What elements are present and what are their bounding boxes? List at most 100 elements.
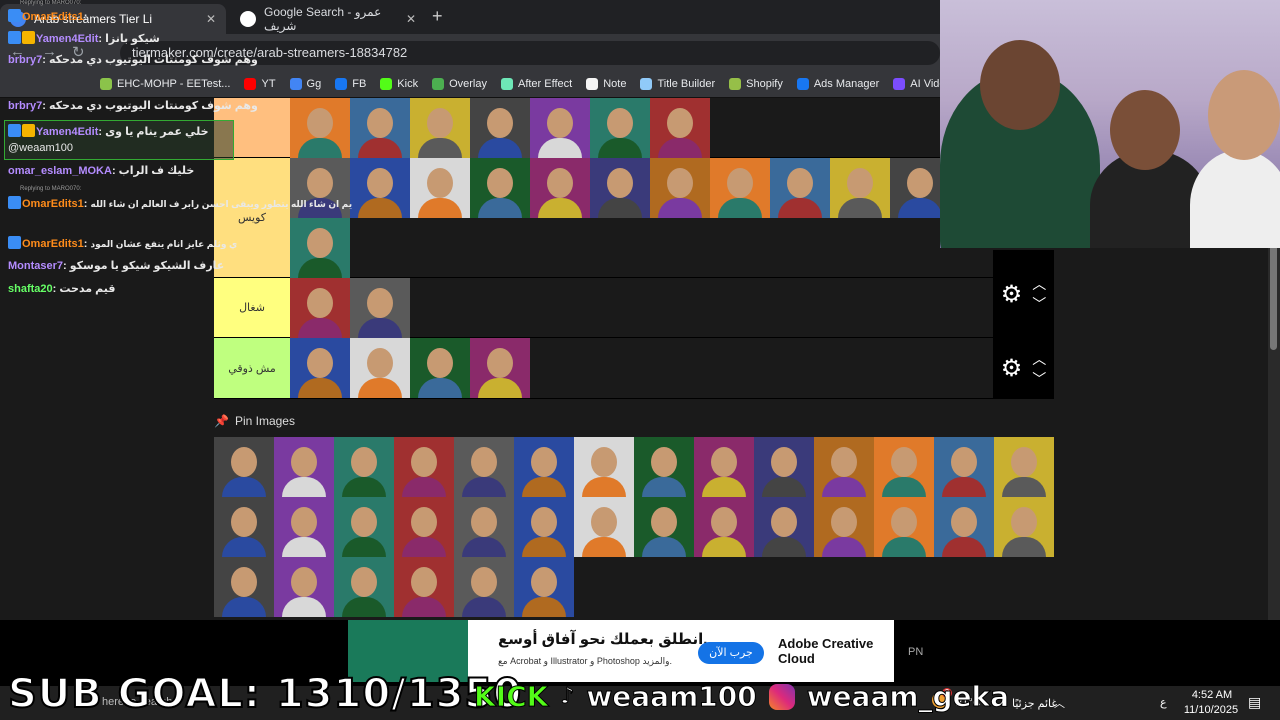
streamer-thumbnail[interactable] [754, 497, 814, 557]
notifications-icon[interactable]: ▤ [1248, 694, 1261, 711]
bookmark-1[interactable]: YT [244, 77, 276, 90]
clock-date[interactable]: 11/10/2025 [1180, 704, 1242, 716]
shoulders [298, 258, 342, 278]
streamer-thumbnail[interactable] [274, 497, 334, 557]
streamer-thumbnail[interactable] [454, 497, 514, 557]
streamer-thumbnail[interactable] [874, 497, 934, 557]
face [231, 447, 257, 477]
pn-label: PN [908, 646, 924, 658]
streamer-thumbnail[interactable] [350, 98, 410, 158]
streamer-thumbnail[interactable] [694, 497, 754, 557]
streamer-thumbnail[interactable] [274, 557, 334, 617]
streamer-thumbnail[interactable] [394, 437, 454, 497]
streamer-thumbnail[interactable] [214, 437, 274, 497]
bookmark-2[interactable]: Gg [289, 77, 321, 90]
streamer-thumbnail[interactable] [874, 437, 934, 497]
gear-icon[interactable]: ⚙ [1001, 354, 1023, 383]
bookmark-3[interactable]: FB [335, 77, 366, 90]
face [531, 507, 557, 537]
streamer-thumbnail[interactable] [410, 98, 470, 158]
face [471, 567, 497, 597]
streamer-thumbnail[interactable] [454, 557, 514, 617]
gear-icon[interactable]: ⚙ [1001, 280, 1023, 309]
streamer-thumbnail[interactable] [410, 338, 470, 398]
streamer-thumbnail[interactable] [514, 557, 574, 617]
streamer-thumbnail[interactable] [470, 338, 530, 398]
streamer-thumbnail[interactable] [770, 158, 830, 218]
streamer-thumbnail[interactable] [334, 497, 394, 557]
streamer-thumbnail[interactable] [514, 497, 574, 557]
face [351, 507, 377, 537]
ad-cta-button[interactable]: جرب الآن [698, 642, 764, 664]
streamer-thumbnail[interactable] [710, 158, 770, 218]
face [487, 348, 513, 378]
bookmark-6[interactable]: After Effect [500, 77, 572, 90]
streamer-thumbnail[interactable] [650, 158, 710, 218]
streamer-thumbnail[interactable] [350, 338, 410, 398]
streamer-thumbnail[interactable] [470, 158, 530, 218]
bookmark-icon [500, 77, 513, 90]
chevron-up-icon[interactable]: ︿ [1054, 695, 1065, 711]
bookmark-9[interactable]: Shopify [729, 77, 783, 90]
streamer-thumbnail[interactable] [214, 557, 274, 617]
streamer-thumbnail[interactable] [470, 98, 530, 158]
streamer-thumbnail[interactable] [634, 497, 694, 557]
close-icon[interactable]: ✕ [406, 12, 416, 26]
streamer-thumbnail[interactable] [650, 98, 710, 158]
streamer-thumbnail[interactable] [334, 437, 394, 497]
streamer-thumbnail[interactable] [334, 557, 394, 617]
streamer-thumbnail[interactable] [994, 497, 1054, 557]
streamer-thumbnail[interactable] [394, 497, 454, 557]
streamer-thumbnail[interactable] [274, 437, 334, 497]
bookmark-5[interactable]: Overlay [432, 77, 487, 90]
streamer-thumbnail[interactable] [410, 158, 470, 218]
tab-google[interactable]: Google Search - عمرو شريف ✕ [230, 4, 426, 34]
streamer-thumbnail[interactable] [634, 437, 694, 497]
shoulders [478, 198, 522, 218]
shoulders [822, 537, 866, 557]
shoulders [582, 537, 626, 557]
tier-label[interactable]: مش ذوقي [214, 338, 290, 398]
chat-mention: @weaam100 [8, 142, 73, 154]
streamer-thumbnail[interactable] [754, 437, 814, 497]
streamer-thumbnail[interactable] [350, 158, 410, 218]
streamer-thumbnail[interactable] [934, 437, 994, 497]
clock-time[interactable]: 4:52 AM [1186, 689, 1238, 701]
chevron-up-icon[interactable]: ︿ [1032, 352, 1046, 366]
streamer-thumbnail[interactable] [830, 158, 890, 218]
streamer-thumbnail[interactable] [290, 98, 350, 158]
streamer-thumbnail[interactable] [514, 437, 574, 497]
shoulders [702, 477, 746, 497]
streamer-thumbnail[interactable] [994, 437, 1054, 497]
streamer-thumbnail[interactable] [574, 497, 634, 557]
streamer-thumbnail[interactable] [574, 437, 634, 497]
shoulders [762, 477, 806, 497]
streamer-thumbnail[interactable] [394, 557, 454, 617]
streamer-thumbnail[interactable] [290, 278, 350, 338]
streamer-thumbnail[interactable] [530, 98, 590, 158]
streamer-thumbnail[interactable] [694, 437, 754, 497]
bookmark-7[interactable]: Note [586, 77, 626, 90]
streamer-thumbnail[interactable] [814, 437, 874, 497]
streamer-thumbnail[interactable] [350, 278, 410, 338]
new-tab-button[interactable]: + [432, 6, 443, 27]
shoulders [402, 537, 446, 557]
streamer-thumbnail[interactable] [290, 218, 350, 278]
streamer-thumbnail[interactable] [590, 98, 650, 158]
chevron-down-icon[interactable]: ﹀ [1032, 297, 1046, 311]
bookmark-10[interactable]: Ads Manager [796, 77, 879, 90]
streamer-thumbnail[interactable] [214, 497, 274, 557]
streamer-thumbnail[interactable] [454, 437, 514, 497]
streamer-thumbnail[interactable] [530, 158, 590, 218]
bookmark-4[interactable]: Kick [380, 77, 418, 90]
streamer-thumbnail[interactable] [290, 338, 350, 398]
bookmark-8[interactable]: Title Builder [640, 77, 715, 90]
language-indicator[interactable]: ع [1160, 696, 1167, 709]
face [831, 447, 857, 477]
shoulders [358, 138, 402, 158]
streamer-thumbnail[interactable] [814, 497, 874, 557]
chevron-down-icon[interactable]: ﹀ [1032, 372, 1046, 386]
streamer-thumbnail[interactable] [934, 497, 994, 557]
chevron-up-icon[interactable]: ︿ [1032, 277, 1046, 291]
streamer-thumbnail[interactable] [590, 158, 650, 218]
